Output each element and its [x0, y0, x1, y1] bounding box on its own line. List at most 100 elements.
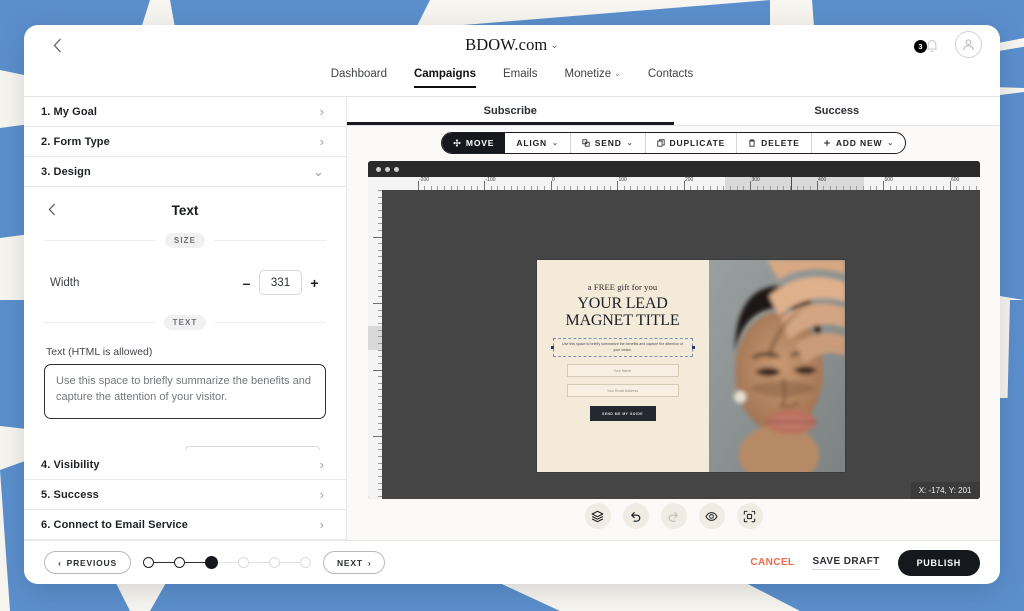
tool-label: ADD NEW: [835, 138, 883, 148]
width-increment-button[interactable]: +: [309, 275, 320, 291]
text-field-label: Text (HTML is allowed): [46, 346, 153, 358]
nav-emails[interactable]: Emails: [503, 68, 538, 88]
chevron-down-icon: ⌄: [550, 40, 559, 51]
window-dot: [375, 166, 381, 172]
fit-to-screen-button[interactable]: [736, 503, 763, 529]
width-input[interactable]: [259, 270, 302, 295]
form-email-field[interactable]: Your Email Address: [566, 384, 679, 398]
form-name-field[interactable]: Your Name: [566, 364, 679, 378]
step-dot-3[interactable]: [204, 556, 218, 569]
nav-contacts[interactable]: Contacts: [648, 68, 693, 88]
fit-to-screen-icon: [743, 510, 756, 522]
chevron-right-icon: ›: [367, 557, 372, 568]
sidebar-item-success[interactable]: 5. Success ›: [24, 480, 346, 510]
previous-button[interactable]: ‹ PREVIOUS: [44, 551, 131, 574]
chevron-down-icon: ⌄: [313, 163, 324, 179]
sidebar-item-label: 6. Connect to Email Service: [41, 518, 188, 531]
nav-campaigns[interactable]: Campaigns: [413, 68, 476, 88]
tab-label: Success: [814, 105, 860, 117]
cancel-button[interactable]: CANCEL: [750, 557, 794, 568]
chevron-down-icon: ⌄: [552, 140, 559, 147]
sidebar-item-my-goal[interactable]: 1. My Goal ›: [24, 97, 346, 127]
tab-success[interactable]: Success: [674, 97, 1001, 125]
duplicate-button[interactable]: DUPLICATE: [646, 133, 738, 153]
ruler-label: 0: [552, 177, 555, 183]
step-dot-4[interactable]: [237, 557, 249, 568]
step-dot-2[interactable]: [173, 557, 185, 568]
tab-subscribe[interactable]: Subscribe: [347, 97, 674, 125]
avatar[interactable]: [955, 31, 982, 58]
selected-text-element[interactable]: Use this space to briefly summarize the …: [550, 338, 695, 358]
chevron-down-icon: ⌄: [626, 140, 634, 147]
publish-button[interactable]: PUBLISH: [897, 549, 980, 576]
nav-dashboard[interactable]: Dashboard: [331, 68, 387, 88]
size-section-label: SIZE: [164, 233, 206, 248]
move-button[interactable]: MOVE: [441, 133, 506, 153]
send-layer-icon: [582, 139, 590, 147]
ruler-label: -100: [485, 177, 496, 183]
sidebar-item-design[interactable]: 3. Design ⌄: [24, 157, 346, 187]
save-draft-button[interactable]: SAVE DRAFT: [812, 556, 880, 570]
step-dot-1[interactable]: [142, 557, 154, 568]
layers-button[interactable]: [584, 503, 611, 529]
form-preview-image[interactable]: [708, 260, 845, 472]
sidebar-item-label: 5. Success: [41, 488, 99, 501]
form-title-line2: MAGNET TITLE: [565, 311, 680, 329]
step-progress: [142, 556, 311, 569]
form-eyebrow: a FREE gift for you: [587, 282, 658, 292]
form-title: YOUR LEAD MAGNET TITLE: [565, 295, 680, 329]
step-line: [184, 561, 205, 564]
align-button[interactable]: ALIGN ⌄: [505, 133, 571, 153]
workspace-title[interactable]: BDOW.com ⌄: [24, 35, 1000, 55]
app-window: BDOW.com ⌄ 3 Dashboard Campaigns Emails M…: [24, 25, 1000, 584]
workspace-name: BDOW.com: [465, 35, 548, 54]
sidebar-item-visibility[interactable]: 4. Visibility ›: [24, 450, 346, 480]
chevron-down-icon: ⌄: [887, 140, 895, 147]
next-button[interactable]: NEXT ›: [322, 551, 386, 574]
window-dot: [393, 166, 399, 172]
ruler-tick: [372, 236, 382, 238]
horizontal-ruler[interactable]: -200-1000100200300400500600700: [381, 177, 980, 190]
nav-monetize[interactable]: Monetize ⌄: [565, 68, 621, 88]
width-decrement-button[interactable]: –: [241, 275, 252, 291]
redo-button[interactable]: [660, 503, 687, 529]
vertical-ruler[interactable]: [367, 190, 382, 499]
nav-label: Contacts: [647, 68, 694, 80]
divider-line: [44, 322, 155, 323]
sidebar-item-connect-email-service[interactable]: 6. Connect to Email Service ›: [24, 510, 346, 540]
panel-back-button[interactable]: [48, 203, 56, 219]
delete-button[interactable]: DELETE: [737, 133, 812, 153]
preview-button[interactable]: [698, 503, 725, 529]
add-new-button[interactable]: ADD NEW ⌄: [812, 133, 905, 153]
form-cta-button[interactable]: SEND ME MY GUIDE: [589, 406, 656, 422]
body-split: 1. My Goal › 2. Form Type › 3. Design ⌄ …: [24, 97, 1000, 540]
ruler-label: 500: [884, 177, 893, 183]
send-button[interactable]: SEND ⌄: [571, 133, 646, 153]
duplicate-icon: [656, 139, 665, 147]
sidebar-item-form-type[interactable]: 2. Form Type ›: [24, 127, 346, 157]
text-html-textarea[interactable]: Use this space to briefly summarize the …: [44, 364, 326, 419]
nav-label: Emails: [502, 68, 538, 80]
notifications-button[interactable]: 3: [914, 34, 943, 56]
form-title-line1: YOUR LEAD: [577, 295, 668, 312]
undo-button[interactable]: [622, 503, 649, 529]
canvas-stage[interactable]: a FREE gift for you YOUR LEAD MAGNET TIT…: [381, 190, 980, 499]
step-dot-6[interactable]: [299, 557, 311, 568]
trash-icon: [749, 139, 756, 147]
resize-handle-right[interactable]: [691, 346, 695, 350]
panel-title: Text: [171, 202, 199, 218]
tool-label: SEND: [594, 138, 622, 148]
step-dot-5[interactable]: [268, 557, 280, 568]
next-label: NEXT: [336, 557, 363, 568]
plus-icon: [823, 140, 830, 146]
text-section-divider: TEXT: [44, 315, 327, 330]
font-select[interactable]: Poppins ▾: [185, 446, 320, 450]
design-canvas[interactable]: -200-1000100200300400500600700 a FREE gi…: [367, 161, 980, 499]
chevron-right-icon: ›: [319, 487, 324, 502]
user-avatar-icon: [963, 39, 974, 51]
resize-handle-left[interactable]: [550, 346, 554, 350]
quantity-stepper: – +: [241, 270, 320, 295]
form-preview[interactable]: a FREE gift for you YOUR LEAD MAGNET TIT…: [536, 260, 845, 472]
divider-line: [215, 322, 327, 323]
size-section-divider: SIZE: [44, 233, 326, 248]
